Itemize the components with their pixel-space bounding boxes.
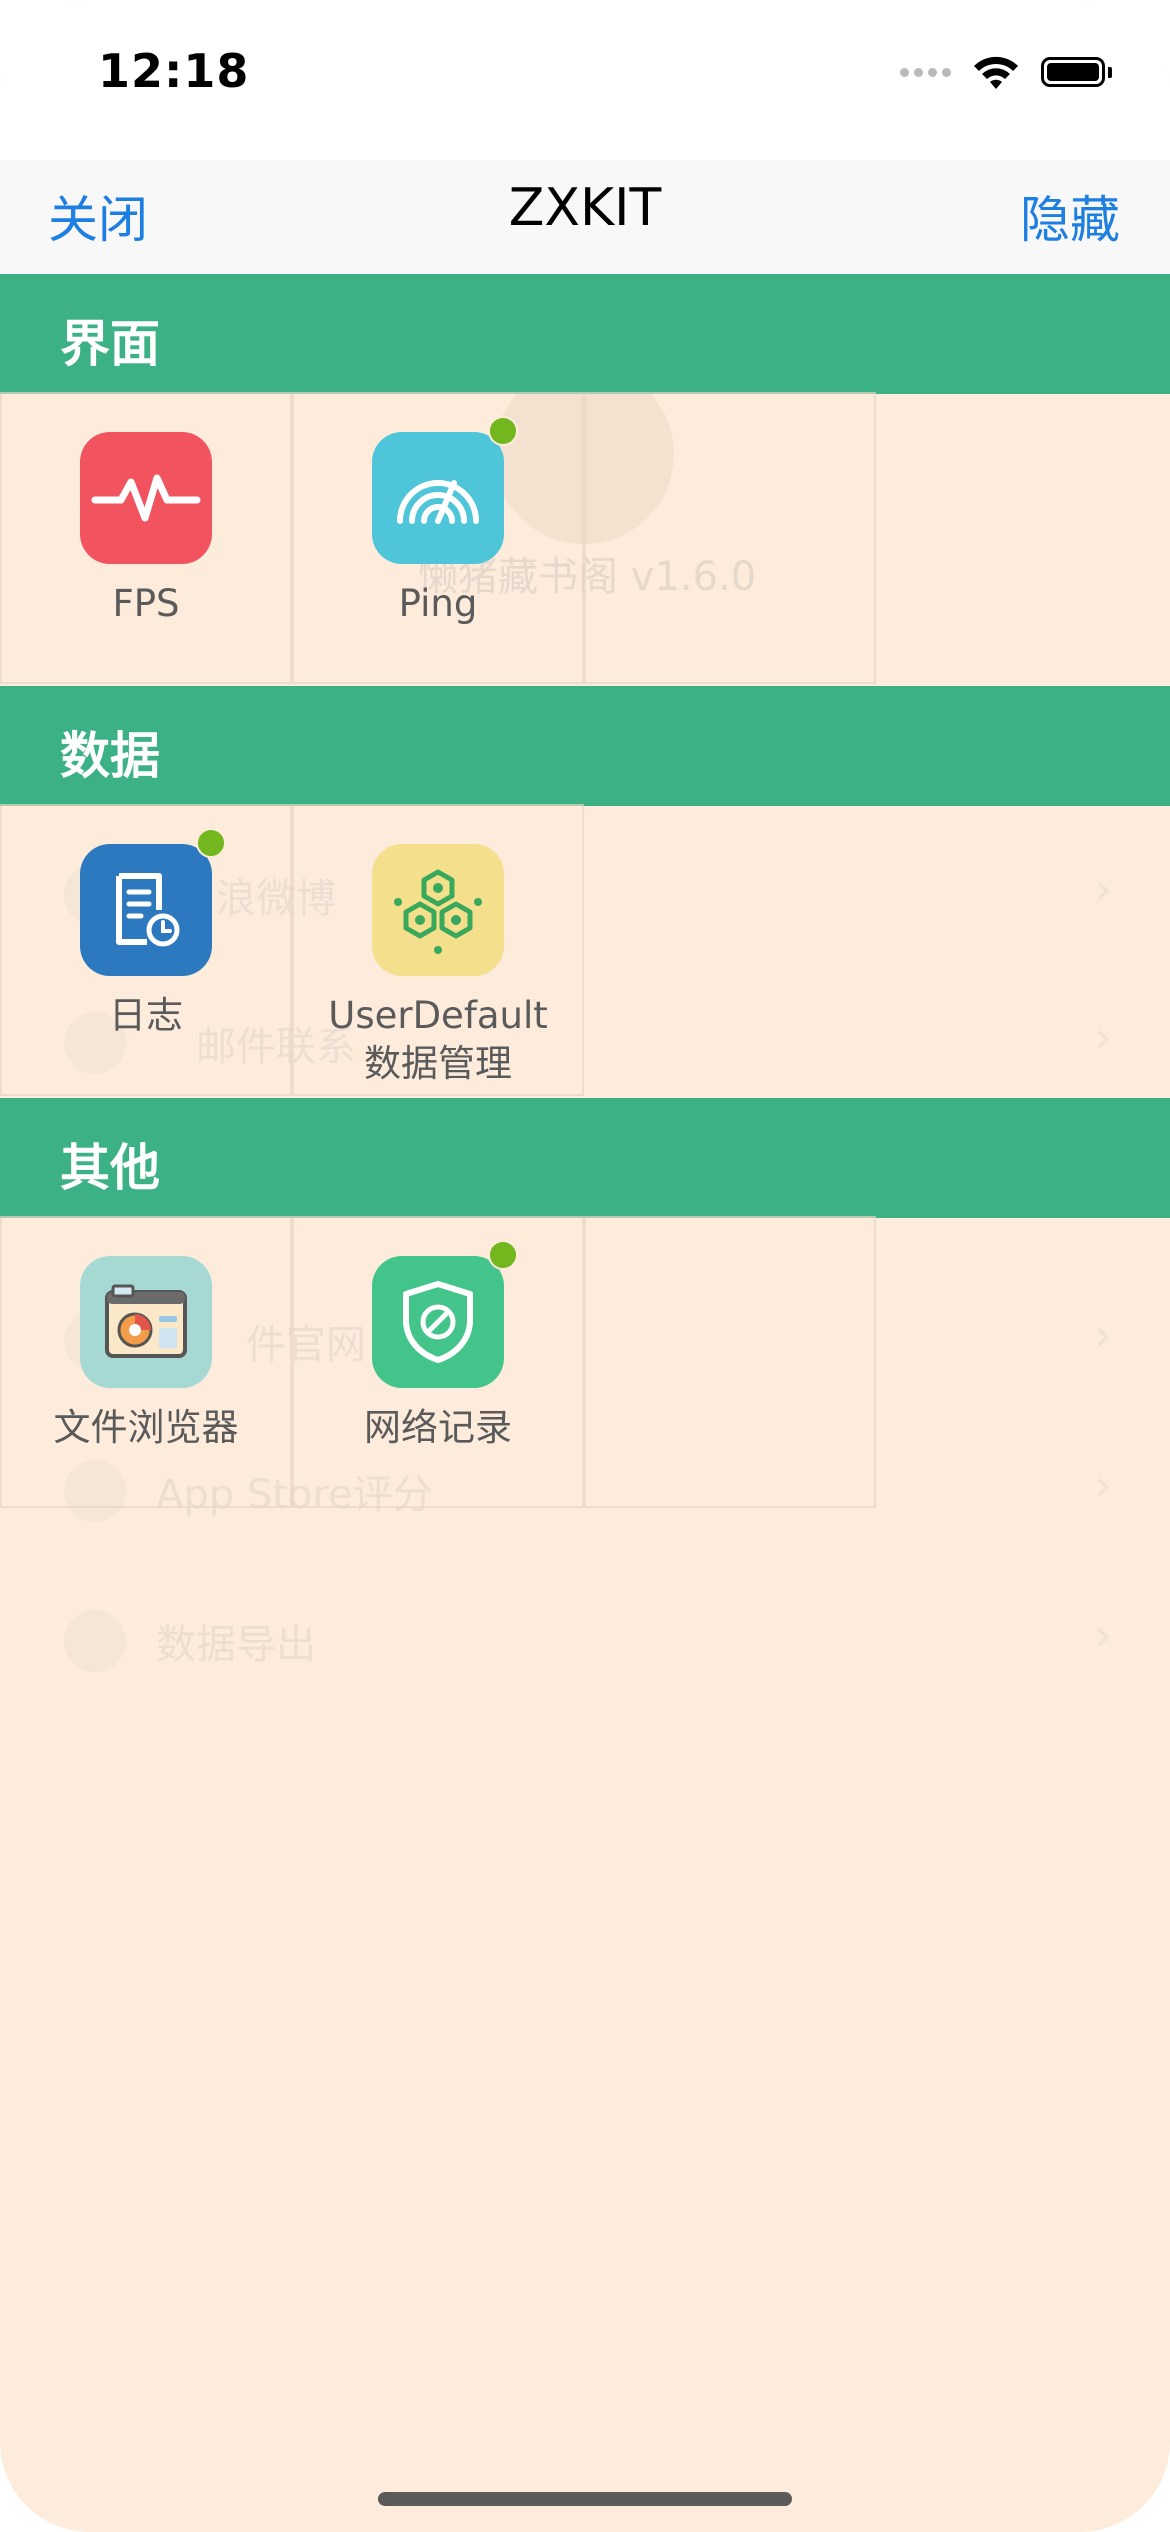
file-browser-icon <box>80 1256 212 1388</box>
section-title: 数据 <box>60 727 160 785</box>
tile-label: 网络记录 <box>364 1406 512 1449</box>
section-header-interface: 界面 <box>0 274 1170 394</box>
tile-label: FPS <box>112 582 180 625</box>
battery-icon <box>1041 57 1112 87</box>
status-time: 12:18 <box>98 44 250 98</box>
tile-label: Ping <box>398 582 478 625</box>
section-header-data: 数据 <box>0 686 1170 806</box>
chevron-right-icon: › <box>1094 1460 1112 1511</box>
background-row: 数据导出 <box>64 1610 316 1672</box>
new-badge <box>196 828 226 858</box>
section-title: 其他 <box>60 1139 160 1197</box>
cellular-signal-icon <box>900 67 951 77</box>
new-badge <box>488 416 518 446</box>
chevron-right-icon: › <box>1094 864 1112 915</box>
speedometer-icon <box>372 432 504 564</box>
navigation-bar: 关闭 ZXKIT 隐藏 <box>0 160 1170 274</box>
chevron-right-icon: › <box>1094 1012 1112 1063</box>
tile-label: UserDefault 数据管理 <box>328 994 548 1085</box>
home-indicator[interactable] <box>378 2492 792 2506</box>
document-clock-icon <box>80 844 212 976</box>
grid-cell <box>584 1216 876 1508</box>
new-badge <box>488 1240 518 1270</box>
section-header-other: 其他 <box>0 1098 1170 1218</box>
tile-label: 日志 <box>109 994 183 1037</box>
tile-label: 文件浏览器 <box>53 1406 239 1449</box>
background-row-icon <box>64 1610 126 1672</box>
chevron-right-icon: › <box>1094 1610 1112 1661</box>
section-title: 界面 <box>60 315 160 373</box>
status-icons <box>900 50 1112 94</box>
pulse-icon <box>80 432 212 564</box>
status-bar: 12:18 <box>0 0 1170 160</box>
shield-icon <box>372 1256 504 1388</box>
hide-button[interactable]: 隐藏 <box>1020 180 1120 252</box>
chevron-right-icon: › <box>1094 1310 1112 1361</box>
page-title: ZXKIT <box>508 178 662 238</box>
wifi-icon <box>971 53 1021 91</box>
grid-cell <box>584 392 876 684</box>
app-screen: 懒猪藏书阁 v1.6.0 浪微博 › 邮件联系 › 件官网 › App Stor… <box>0 0 1170 2532</box>
hexagon-network-icon <box>372 844 504 976</box>
